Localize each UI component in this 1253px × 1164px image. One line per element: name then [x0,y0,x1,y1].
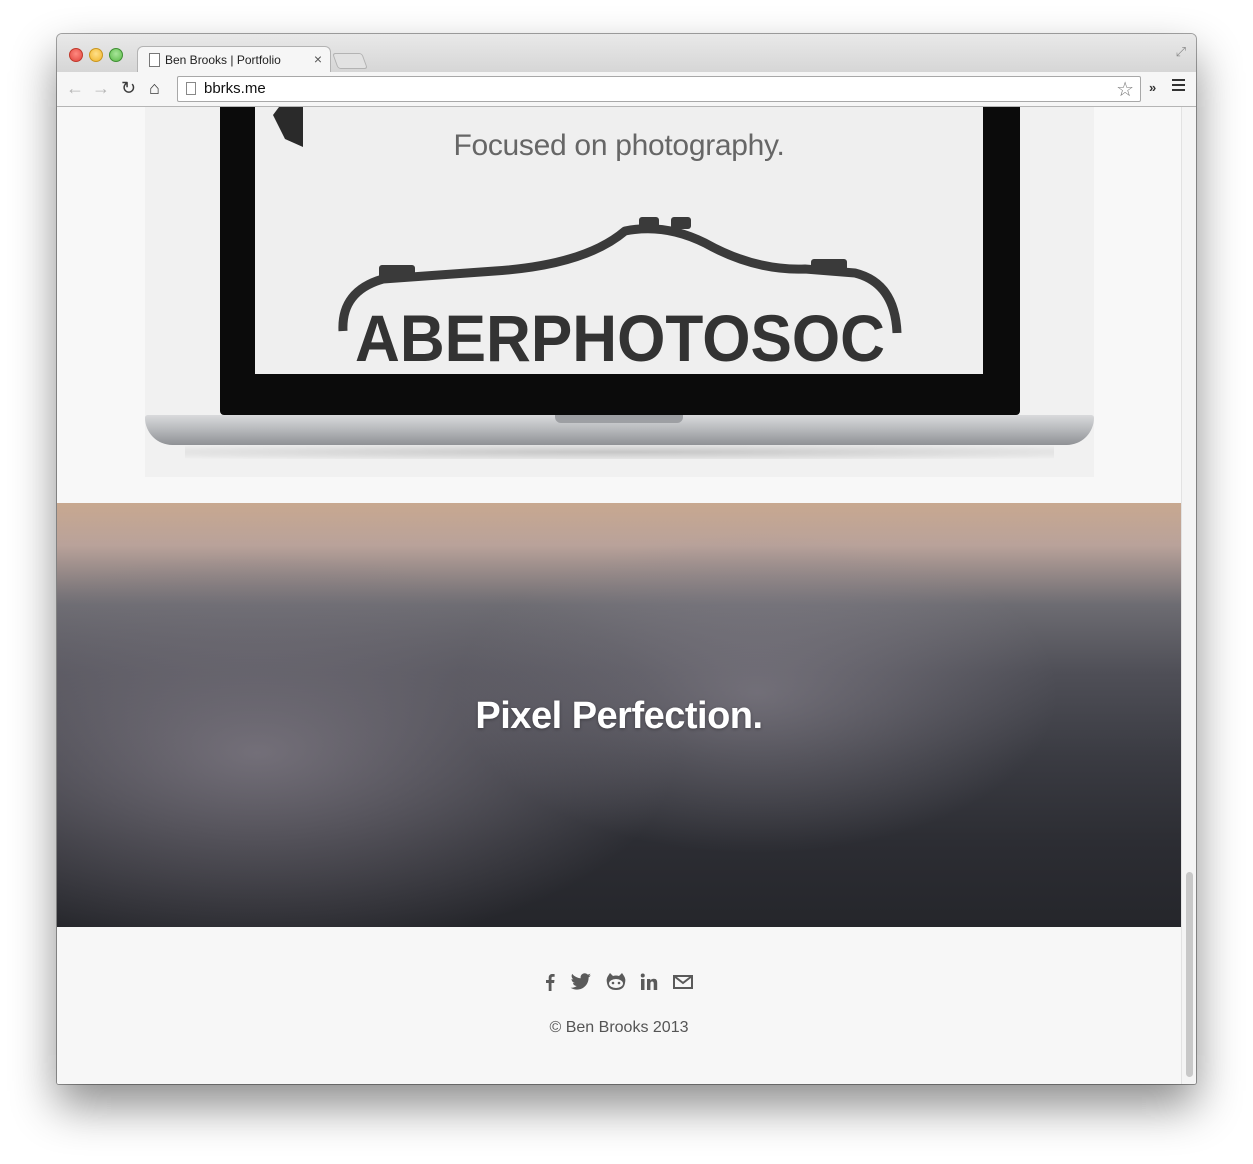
laptop-screen: Focused on photography. ABERPHOTOSOC [255,107,983,374]
copyright-text: © Ben Brooks 2013 [549,1019,689,1036]
minimize-window-button[interactable] [89,48,103,62]
zoom-window-button[interactable] [109,48,123,62]
page-icon [186,82,196,95]
hero-title: Pixel Perfection. [475,695,763,737]
page-icon [149,53,160,67]
extensions-overflow-icon[interactable]: » [1149,80,1156,95]
github-icon[interactable] [606,973,626,996]
back-icon[interactable]: ← [66,78,84,98]
tab-portfolio[interactable]: Ben Brooks | Portfolio × [137,46,331,74]
facebook-icon[interactable] [545,973,555,996]
forward-icon[interactable]: → [92,78,110,98]
url-text[interactable]: bbrks.me [204,80,266,97]
hero-banner: Pixel Perfection. [57,503,1181,927]
tab-close-icon[interactable]: × [314,51,322,67]
bookmark-star-icon[interactable]: ☆ [1116,77,1134,102]
reload-icon[interactable]: ↻ [121,78,136,98]
laptop-shadow [185,445,1054,459]
fullscreen-icon[interactable]: ⤢ [1176,44,1186,60]
home-icon[interactable]: ⌂ [149,78,160,98]
linkedin-icon[interactable] [640,973,658,996]
tab-title: Ben Brooks | Portfolio [165,53,281,67]
browser-toolbar: ← → ↻ ⌂ bbrks.me ☆ » [57,72,1196,107]
vertical-scrollbar[interactable] [1181,107,1196,1084]
twitter-icon[interactable] [570,973,592,996]
address-bar[interactable]: bbrks.me ☆ [177,76,1141,102]
laptop-showcase: Focused on photography. ABERPHOTOSOC [145,107,1094,477]
logo-text: ABERPHOTOSOC [355,301,885,373]
laptop-notch [555,415,683,423]
scrollbar-thumb[interactable] [1186,872,1193,1077]
social-links [57,973,1181,997]
showcase-tagline: Focused on photography. [453,129,785,162]
page-viewport: Focused on photography. ABERPHOTOSOC Pix… [57,107,1181,1084]
browser-window: Ben Brooks | Portfolio × ⤢ ← → ↻ ⌂ bbrks… [57,34,1196,1084]
new-tab-button[interactable] [332,53,368,69]
menu-icon[interactable] [1172,79,1185,94]
tab-strip: Ben Brooks | Portfolio × ⤢ [57,34,1196,74]
close-window-button[interactable] [69,48,83,62]
mail-icon[interactable] [672,975,693,994]
page-footer: © Ben Brooks 2013 [57,927,1181,1084]
laptop-base [145,415,1094,445]
aberphotosoc-logo: ABERPHOTOSOC [338,217,902,373]
laptop-bezel: Focused on photography. ABERPHOTOSOC [220,107,1020,415]
